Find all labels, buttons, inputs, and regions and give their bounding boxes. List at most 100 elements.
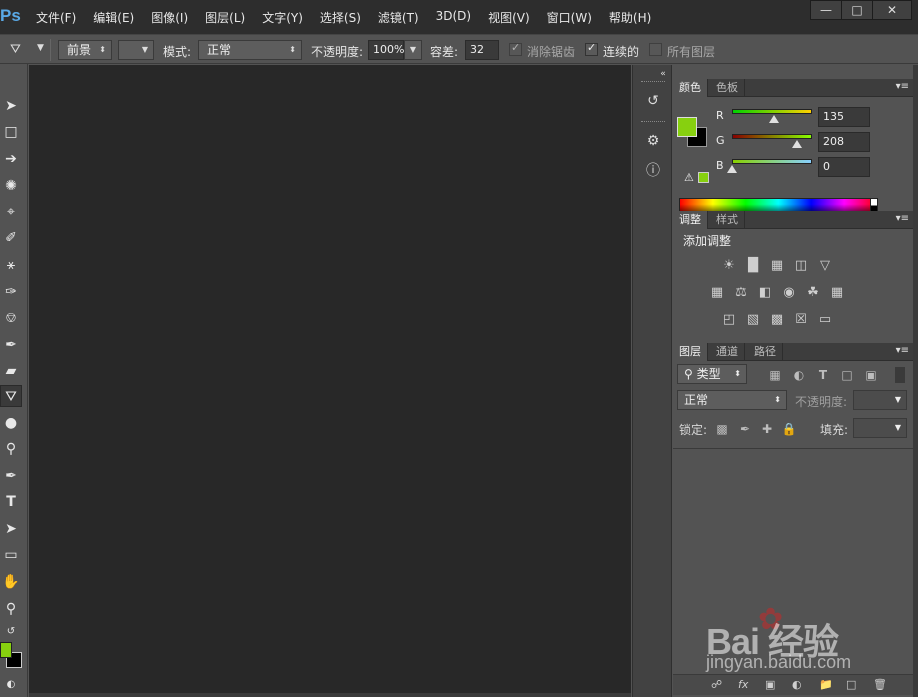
lock-pixels-icon[interactable]: ✒: [737, 421, 753, 437]
menu-filter[interactable]: 滤镜(T): [378, 9, 419, 26]
horizontal-scrollbar[interactable]: [29, 693, 631, 697]
close-button[interactable]: ✕: [872, 0, 912, 20]
smart-object-filter-icon[interactable]: ▣: [863, 367, 879, 383]
rectangle-tool-icon[interactable]: ▭: [0, 544, 22, 566]
tolerance-input[interactable]: 32: [465, 40, 499, 60]
posterize-icon[interactable]: ▧: [744, 311, 762, 329]
clone-stamp-tool-icon[interactable]: ⎊: [0, 307, 22, 329]
menu-3d[interactable]: 3D(D): [436, 9, 471, 26]
lock-position-icon[interactable]: ✚: [759, 421, 775, 437]
zoom-tool-icon[interactable]: ⚲: [0, 598, 22, 620]
tool-preset-caret-icon[interactable]: ▼: [37, 43, 44, 53]
history-panel-icon[interactable]: ↺: [643, 91, 663, 111]
dodge-tool-icon[interactable]: ⚲: [0, 438, 22, 460]
channel-mixer-icon[interactable]: ☘: [804, 284, 822, 302]
minimize-button[interactable]: —: [810, 0, 842, 20]
contiguous-checkbox[interactable]: [585, 41, 598, 56]
b-value-input[interactable]: 0: [818, 157, 870, 177]
blur-tool-icon[interactable]: ●: [0, 412, 22, 434]
restore-button[interactable]: □: [841, 0, 873, 20]
type-tool-icon[interactable]: T: [0, 491, 22, 513]
photo-filter-icon[interactable]: ◉: [780, 284, 798, 302]
pen-tool-icon[interactable]: ✒: [0, 465, 22, 487]
r-slider-thumb[interactable]: [769, 115, 779, 123]
all-layers-checkbox[interactable]: [649, 43, 662, 56]
eraser-tool-icon[interactable]: ▰: [0, 360, 22, 382]
opacity-dropdown[interactable]: ▼: [404, 40, 422, 60]
tab-color[interactable]: 颜色: [673, 79, 708, 97]
opacity-input[interactable]: 100%: [368, 40, 404, 60]
healing-brush-tool-icon[interactable]: ⚹: [0, 254, 22, 276]
invert-icon[interactable]: ◰: [720, 311, 738, 329]
g-slider[interactable]: [732, 134, 812, 139]
menu-image[interactable]: 图像(I): [151, 9, 188, 26]
menu-file[interactable]: 文件(F): [36, 9, 76, 26]
history-brush-tool-icon[interactable]: ✒: [0, 334, 22, 356]
crop-tool-icon[interactable]: ⌖: [0, 201, 22, 223]
panel-scrollbar[interactable]: [913, 65, 918, 697]
adjustment-filter-icon[interactable]: ◐: [791, 367, 807, 383]
r-value-input[interactable]: 135: [818, 107, 870, 127]
r-slider[interactable]: [732, 109, 812, 114]
brush-tool-icon[interactable]: ✑: [0, 281, 22, 303]
menu-select[interactable]: 选择(S): [320, 9, 361, 26]
hue-saturation-icon[interactable]: ▦: [708, 284, 726, 302]
layer-filter-select[interactable]: ⚲ 类型 ⬍: [677, 364, 747, 384]
layer-fill-input[interactable]: ▼: [853, 418, 907, 438]
menu-layer[interactable]: 图层(L): [205, 9, 245, 26]
brightness-contrast-icon[interactable]: ☀: [720, 257, 738, 275]
tab-paths[interactable]: 路径: [748, 343, 783, 361]
tab-styles[interactable]: 样式: [710, 211, 745, 229]
gradient-map-icon[interactable]: ▭: [816, 311, 834, 329]
pixel-filter-icon[interactable]: ▦: [767, 367, 783, 383]
path-select-tool-icon[interactable]: ➤: [0, 518, 22, 540]
paint-bucket-icon[interactable]: ⛛: [10, 42, 21, 57]
tab-channels[interactable]: 通道: [710, 343, 745, 361]
color-balance-icon[interactable]: ⚖: [732, 284, 750, 302]
quick-mask-icon[interactable]: ◐: [0, 674, 22, 696]
exposure-icon[interactable]: ◫: [792, 257, 810, 275]
black-white-icon[interactable]: ◧: [756, 284, 774, 302]
mode-select[interactable]: 正常 ⬍: [198, 40, 302, 60]
panel-menu-icon[interactable]: ▾≡: [896, 213, 909, 224]
dock-grip[interactable]: [641, 121, 665, 123]
tab-layers[interactable]: 图层: [673, 343, 708, 361]
vibrance-icon[interactable]: ▽: [816, 257, 834, 275]
marquee-tool-icon[interactable]: □: [0, 121, 22, 143]
panel-menu-icon[interactable]: ▾≡: [896, 81, 909, 92]
b-slider-thumb[interactable]: [727, 165, 737, 173]
tab-swatches[interactable]: 色板: [710, 79, 745, 97]
menu-view[interactable]: 视图(V): [488, 9, 530, 26]
foreground-color-swatch[interactable]: [0, 642, 12, 658]
out-of-gamut-warning-icon[interactable]: ⚠: [684, 171, 694, 184]
g-value-input[interactable]: 208: [818, 132, 870, 152]
lock-transparency-icon[interactable]: ▩: [714, 421, 730, 437]
move-tool-icon[interactable]: ➤: [0, 95, 22, 117]
lock-all-icon[interactable]: 🔒: [781, 421, 797, 437]
paint-bucket-tool-icon[interactable]: ⛛: [0, 385, 22, 407]
menu-help[interactable]: 帮助(H): [609, 9, 651, 26]
tab-adjustments[interactable]: 调整: [673, 211, 708, 229]
b-slider[interactable]: [732, 159, 812, 164]
pattern-picker[interactable]: ▼: [118, 40, 154, 60]
document-canvas-area[interactable]: [29, 65, 631, 693]
eyedropper-tool-icon[interactable]: ✐: [0, 227, 22, 249]
quick-select-tool-icon[interactable]: ✺: [0, 175, 22, 197]
layer-opacity-input[interactable]: ▼: [853, 390, 907, 410]
dock-grip[interactable]: [641, 81, 665, 83]
gamut-color-chip[interactable]: [698, 172, 709, 183]
3d-panel-icon[interactable]: ⚙: [643, 131, 663, 151]
levels-icon[interactable]: █: [744, 257, 762, 275]
fill-source-select[interactable]: 前景 ⬍: [58, 40, 112, 60]
antialias-checkbox[interactable]: [509, 41, 522, 56]
menu-window[interactable]: 窗口(W): [547, 9, 592, 26]
type-filter-icon[interactable]: T: [815, 367, 831, 383]
g-slider-thumb[interactable]: [792, 140, 802, 148]
shape-filter-icon[interactable]: □: [839, 367, 855, 383]
menu-type[interactable]: 文字(Y): [262, 9, 303, 26]
hand-tool-icon[interactable]: ✋: [0, 571, 22, 593]
menu-edit[interactable]: 编辑(E): [93, 9, 134, 26]
swap-colors-icon[interactable]: ↺: [0, 621, 22, 643]
blend-mode-select[interactable]: 正常 ⬍: [677, 390, 787, 410]
lasso-tool-icon[interactable]: ➔: [0, 148, 22, 170]
